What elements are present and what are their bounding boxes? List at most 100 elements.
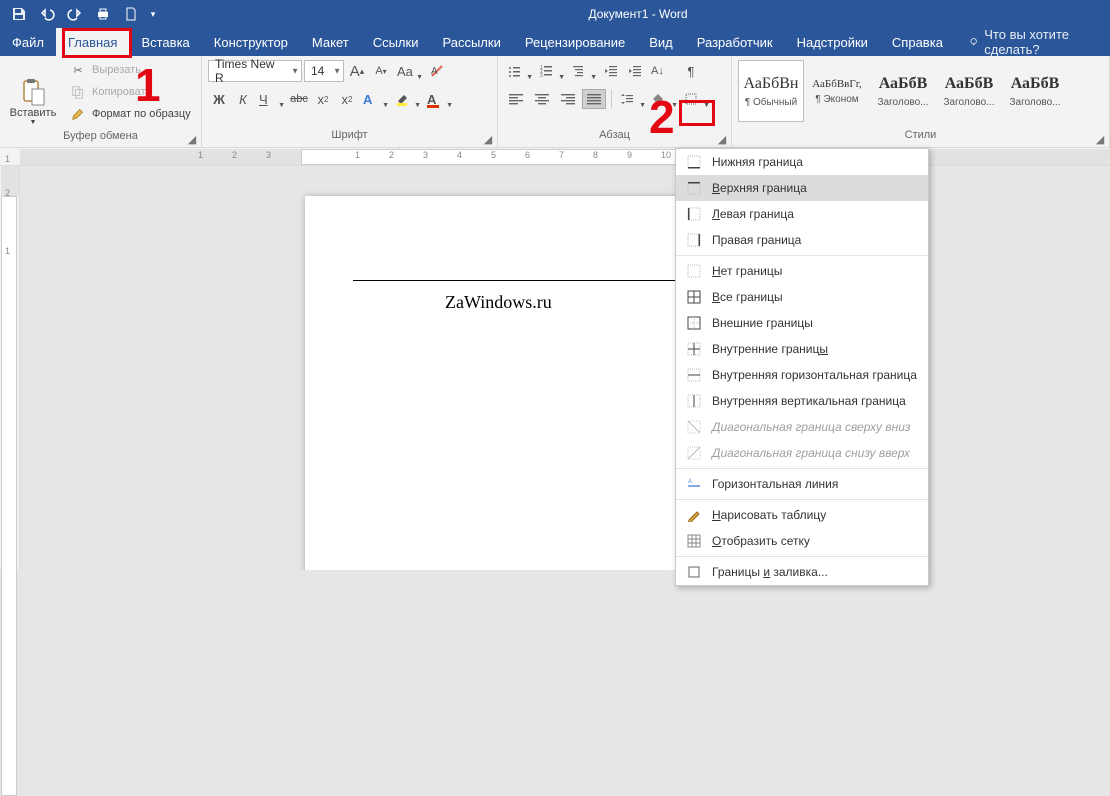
redo-button[interactable] (62, 1, 88, 27)
style-item[interactable]: АаБбВЗаголово... (1002, 60, 1068, 122)
font-launcher[interactable]: ◢ (481, 132, 495, 146)
align-center-button[interactable] (530, 89, 554, 109)
shading-button[interactable]: ▼ (649, 88, 679, 110)
sort-button[interactable]: A↓ (648, 60, 678, 82)
clipboard-launcher[interactable]: ◢ (185, 132, 199, 146)
tab-home[interactable]: Главная (56, 28, 129, 56)
undo-button[interactable] (34, 1, 60, 27)
title-bar: ▾ Документ1 - Word (0, 0, 1110, 28)
style-item[interactable]: АаБбВЗаголово... (936, 60, 1002, 122)
style-item[interactable]: АаБбВЗаголово... (870, 60, 936, 122)
border-diag-up-icon (686, 445, 702, 461)
dec-indent-button[interactable] (600, 60, 622, 82)
menu-borders-dialog[interactable]: Границы и заливка... (676, 559, 928, 585)
brush-icon (70, 106, 86, 122)
menu-inside-borders[interactable]: Внутренние границы (676, 336, 928, 362)
tab-design[interactable]: Конструктор (202, 28, 300, 56)
numbering-button[interactable]: 123▼ (536, 60, 566, 82)
menu-right-border[interactable]: Правая граница (676, 227, 928, 253)
tab-insert[interactable]: Вставка (129, 28, 201, 56)
tab-review[interactable]: Рецензирование (513, 28, 637, 56)
menu-draw-table[interactable]: Нарисовать таблицу (676, 502, 928, 528)
show-marks-button[interactable]: ¶ (680, 60, 702, 82)
border-inside-v-icon (686, 393, 702, 409)
paragraph-launcher[interactable]: ◢ (715, 132, 729, 146)
tab-view[interactable]: Вид (637, 28, 685, 56)
document-text[interactable]: ZaWindows.ru (445, 292, 552, 313)
cut-button[interactable]: ✂Вырезать (66, 60, 195, 80)
group-font: Times New R▼ 14▼ A▴ A▾ Aa▼ A Ж К Ч▼ abc … (202, 56, 498, 147)
quick-access-toolbar: ▾ (0, 1, 166, 27)
tab-references[interactable]: Ссылки (361, 28, 431, 56)
menu-no-border[interactable]: Нет границы (676, 258, 928, 284)
menu-view-gridlines[interactable]: Отобразить сетку (676, 528, 928, 554)
quick-print-button[interactable] (90, 1, 116, 27)
svg-text:A: A (688, 479, 692, 485)
border-all-icon (686, 289, 702, 305)
group-clipboard: Вставить ▼ ✂Вырезать Копировать Формат п… (0, 56, 202, 147)
align-justify-button[interactable] (582, 89, 606, 109)
style-item[interactable]: АаБбВн¶ Обычный (738, 60, 804, 122)
tab-mailings[interactable]: Рассылки (430, 28, 512, 56)
highlight-button[interactable]: ▼ (392, 88, 422, 110)
document-canvas[interactable]: ZaWindows.ru (20, 166, 1110, 570)
menu-all-borders[interactable]: Все границы (676, 284, 928, 310)
italic-button[interactable]: К (232, 88, 254, 110)
grow-font-button[interactable]: A▴ (346, 60, 368, 82)
menu-inside-v-border[interactable]: Внутренняя вертикальная граница (676, 388, 928, 414)
paste-button[interactable]: Вставить ▼ (6, 60, 60, 126)
align-right-button[interactable] (556, 89, 580, 109)
border-none-icon (686, 263, 702, 279)
group-paragraph-label: Абзац◢ (498, 129, 731, 147)
border-top-icon (686, 180, 702, 196)
group-font-label: Шрифт◢ (202, 129, 497, 147)
change-case-button[interactable]: Aa▼ (394, 60, 424, 82)
border-inside-icon (686, 341, 702, 357)
vertical-ruler[interactable]: 211 (0, 166, 20, 570)
styles-gallery[interactable]: АаБбВн¶ ОбычныйАаБбВвГг,¶ ЭкономАаБбВЗаг… (738, 60, 1068, 129)
inc-indent-button[interactable] (624, 60, 646, 82)
tell-me-search[interactable]: Что вы хотите сделать? (955, 28, 1110, 56)
copy-button[interactable]: Копировать (66, 82, 195, 102)
font-size-combo[interactable]: 14▼ (304, 60, 344, 82)
group-styles: АаБбВн¶ ОбычныйАаБбВвГг,¶ ЭкономАаБбВЗаг… (732, 56, 1110, 147)
tab-help[interactable]: Справка (880, 28, 955, 56)
tab-addins[interactable]: Надстройки (785, 28, 880, 56)
menu-top-border[interactable]: Верхняя граница (676, 175, 928, 201)
line-spacing-button[interactable]: ▼ (617, 88, 647, 110)
borders-button[interactable]: ▼ (681, 88, 711, 110)
menu-diag-up: Диагональная граница снизу вверх (676, 440, 928, 466)
clear-format-button[interactable]: A (426, 60, 448, 82)
shrink-font-button[interactable]: A▾ (370, 60, 392, 82)
tab-developer[interactable]: Разработчик (685, 28, 785, 56)
tell-me-label: Что вы хотите сделать? (984, 27, 1096, 57)
group-paragraph: ▼ 123▼ ▼ A↓ ¶ ▼ ▼ ▼ Абзац◢ (498, 56, 732, 147)
strike-button[interactable]: abc (288, 88, 310, 110)
styles-launcher[interactable]: ◢ (1093, 132, 1107, 146)
hline-icon: A (686, 476, 702, 492)
underline-button[interactable]: Ч▼ (256, 88, 286, 110)
menu-inside-h-border[interactable]: Внутренняя горизонтальная граница (676, 362, 928, 388)
menu-left-border[interactable]: Левая граница (676, 201, 928, 227)
tab-file[interactable]: Файл (0, 28, 56, 56)
menu-horizontal-line[interactable]: AГоризонтальная линия (676, 471, 928, 497)
new-doc-button[interactable] (118, 1, 144, 27)
align-left-button[interactable] (504, 89, 528, 109)
font-color-button[interactable]: A▼ (424, 88, 454, 110)
font-name-combo[interactable]: Times New R▼ (208, 60, 302, 82)
format-painter-button[interactable]: Формат по образцу (66, 104, 195, 124)
save-button[interactable] (6, 1, 32, 27)
bold-button[interactable]: Ж (208, 88, 230, 110)
svg-text:A: A (431, 66, 438, 77)
subscript-button[interactable]: x2 (312, 88, 334, 110)
horizontal-ruler[interactable]: 3211234567891011121314151617 (0, 148, 1110, 166)
menu-outside-borders[interactable]: Внешние границы (676, 310, 928, 336)
bullets-button[interactable]: ▼ (504, 60, 534, 82)
multilevel-button[interactable]: ▼ (568, 60, 598, 82)
tab-layout[interactable]: Макет (300, 28, 361, 56)
qa-customize-button[interactable]: ▾ (146, 1, 160, 27)
style-item[interactable]: АаБбВвГг,¶ Эконом (804, 60, 870, 122)
text-effects-button[interactable]: A▼ (360, 88, 390, 110)
superscript-button[interactable]: x2 (336, 88, 358, 110)
menu-bottom-border[interactable]: Нижняя граница (676, 149, 928, 175)
